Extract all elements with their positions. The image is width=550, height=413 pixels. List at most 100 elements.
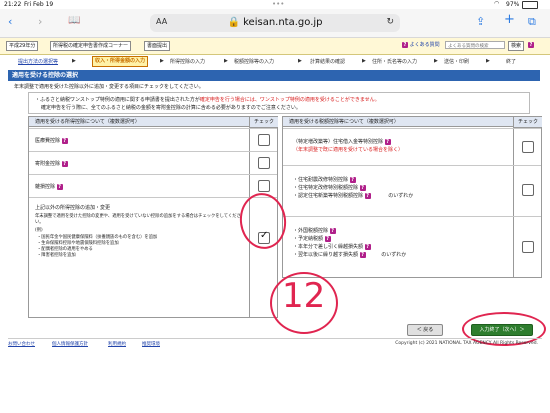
- help-icon[interactable]: ?: [359, 185, 366, 191]
- example-text: 国民年金や国民健康保険料（扶養親族のものを含む）を追加: [41, 235, 158, 240]
- faq-link[interactable]: ? よくある質問: [402, 41, 440, 48]
- help-icon[interactable]: ?: [364, 193, 371, 199]
- other-title: 上記以外の所得控除の追加・変更: [35, 205, 111, 211]
- example-text: 生命保険料控除や地震保険料控除を追加: [41, 241, 119, 246]
- annotation-number: 12: [282, 276, 326, 316]
- renovation-text: 住宅特定改修特別税額控除: [298, 185, 359, 191]
- housing-loan-note: （年末調整で既に適用を受けている場合を除く）: [293, 147, 404, 153]
- browser-toolbar: ‹ › 📖 AA 🔒 keisan.nta.go.jp ↻ ⇪ + ⧉: [0, 9, 550, 38]
- foreign-tax-item: ・本年分で差し引く繰越損失額 ?: [293, 244, 371, 250]
- back-arrow-icon[interactable]: ‹: [8, 15, 12, 28]
- url-value: keisan.nta.go.jp: [243, 17, 323, 28]
- foreign-tax-text: 翌年以後に繰り越す損失額: [298, 252, 359, 258]
- other-description: 年末調整で適用を受けた控除の変更や、適用を受けていない控除の追加をする場合はチェ…: [35, 214, 241, 225]
- battery-percent: 97%: [506, 1, 520, 8]
- example-label: (例): [35, 228, 43, 233]
- foreign-tax-item: ・予定納税額 ?: [293, 236, 331, 242]
- housing-loan-label: （特定増改築等）住宅借入金等特別控除 ?: [293, 138, 391, 145]
- status-date: Fri Feb 19: [24, 1, 54, 8]
- paper-submit-button[interactable]: 書面提出: [144, 41, 171, 51]
- step-1[interactable]: 提出方法の選択等: [18, 58, 58, 65]
- search-button[interactable]: 検索: [508, 41, 525, 51]
- notice-text-1b: 確定申告を行う場合には、ワンストップ特例の適用を受けることができません。: [199, 97, 380, 103]
- renovation-item: ・住宅耐震改修特別控除 ?: [293, 177, 356, 183]
- renovation-text: 認定住宅新築等特別税額控除: [298, 193, 364, 199]
- help-icon[interactable]: ?: [61, 138, 68, 144]
- medical-checkbox[interactable]: [258, 134, 270, 146]
- renovation-item: ・認定住宅新築等特別税額控除 ? のいずれか: [293, 193, 414, 199]
- step-6: 住所・氏名等の入力: [372, 59, 418, 65]
- page-title: 適用を受ける控除の選択: [8, 70, 540, 81]
- step-arrow: ▶: [160, 58, 164, 64]
- foreign-tax-item: ・外国税額控除 ?: [293, 228, 336, 234]
- battery-icon: [522, 1, 538, 9]
- step-2-active: 収入・所得金額の入力: [92, 56, 149, 67]
- renovation-checkbox[interactable]: [522, 184, 534, 196]
- step-arrow: ▶: [298, 58, 302, 64]
- corner-button[interactable]: 所得税の確定申告書作成コーナー: [50, 41, 132, 51]
- renovation-text: 住宅耐震改修特別控除: [298, 177, 349, 183]
- help-icon: ?: [528, 42, 534, 48]
- housing-loan-text: （特定増改築等）住宅借入金等特別控除: [293, 139, 384, 145]
- year-button[interactable]: 平成29年分: [6, 41, 39, 51]
- reload-icon[interactable]: ↻: [386, 17, 394, 27]
- help-icon[interactable]: ?: [349, 177, 356, 183]
- foreign-tax-checkbox[interactable]: [522, 241, 534, 253]
- help-icon: ?: [402, 42, 408, 48]
- footer-link-contact[interactable]: お問い合わせ: [8, 341, 35, 347]
- help-icon[interactable]: ?: [61, 161, 68, 167]
- foreign-tax-item: ・翌年以後に繰り越す損失額 ? のいずれか: [293, 252, 407, 258]
- example-text: 配偶者控除の適用をやめる: [41, 247, 93, 252]
- donation-label: 寄附金控除 ?: [35, 160, 68, 167]
- status-time: 21:22: [4, 1, 22, 8]
- tax-credit-header: 適用を受ける税額控除等について（複数選択可）: [283, 117, 513, 127]
- step-8: 終了: [506, 59, 517, 65]
- donation-checkbox[interactable]: [258, 157, 270, 169]
- back-button[interactable]: ＜ 戻る: [407, 324, 443, 336]
- renovation-suffix: のいずれか: [388, 193, 414, 199]
- footer-link-terms[interactable]: 利用規約: [108, 341, 126, 347]
- step-5: 計算結果の確認: [310, 59, 346, 65]
- foreign-tax-text: 予定納税額: [298, 236, 324, 242]
- help-icon[interactable]: ?: [56, 184, 63, 190]
- housing-loan-checkbox[interactable]: [522, 141, 534, 153]
- step-arrow: ▶: [72, 58, 76, 64]
- donation-text: 寄附金控除: [35, 161, 61, 167]
- help-icon[interactable]: ?: [384, 139, 391, 145]
- bookmarks-icon[interactable]: 📖: [68, 15, 80, 26]
- foreign-tax-text: 外国税額控除: [298, 228, 329, 234]
- tabs-icon[interactable]: ⧉: [528, 15, 536, 29]
- status-bar: 21:22 Fri Feb 19 ••• ◠ 97%: [0, 0, 550, 9]
- step-arrow: ▶: [362, 58, 366, 64]
- next-button[interactable]: 入力終了（次へ）＞: [471, 324, 533, 336]
- multitask-dots-icon[interactable]: •••: [272, 0, 284, 8]
- help-icon[interactable]: ?: [364, 244, 371, 250]
- notice-line-1: ・ふるさと納税ワンストップ特例の適用に関する申請書を提出された方が確定申告を行う…: [35, 97, 380, 103]
- footer: お問い合わせ 個人情報保護方針 利用規約 推奨環境 Copyright (c) …: [8, 338, 542, 348]
- help-link[interactable]: ?: [528, 42, 534, 48]
- help-icon[interactable]: ?: [359, 252, 366, 258]
- app-header: 平成29年分 所得税の確定申告書作成コーナー 書面提出 ? よくある質問 検索 …: [0, 38, 550, 55]
- step-arrow: ▶: [434, 58, 438, 64]
- footer-link-privacy[interactable]: 個人情報保護方針: [52, 341, 88, 347]
- forward-arrow-icon[interactable]: ›: [38, 15, 42, 28]
- deduction-row-donation: 寄附金控除 ?: [29, 151, 277, 174]
- credit-row-foreign-tax: ・外国税額控除 ? ・予定納税額 ? ・本年分で差し引く繰越損失額 ? ・翌年以…: [283, 216, 541, 278]
- notice-line-2: 確定申告を行う際に、全てのふるさと納税の金額を寄附金控除の計算に含める必要があり…: [41, 105, 301, 111]
- url-text: 🔒 keisan.nta.go.jp: [227, 17, 323, 28]
- address-bar[interactable]: AA 🔒 keisan.nta.go.jp ↻: [150, 14, 400, 32]
- renovation-list: ・住宅耐震改修特別控除 ? ・住宅特定改修特別税額控除 ? ・認定住宅新築等特別…: [293, 176, 413, 200]
- tax-credit-panel: 適用を受ける税額控除等について（複数選択可） チェック （特定増改築等）住宅借入…: [282, 116, 542, 278]
- help-icon[interactable]: ?: [324, 236, 331, 242]
- right-check-header: チェック: [513, 117, 542, 128]
- faq-search-input[interactable]: [445, 41, 505, 49]
- share-icon[interactable]: ⇪: [476, 15, 485, 28]
- step-7: 送信・印刷: [444, 59, 470, 65]
- help-icon[interactable]: ?: [329, 228, 336, 234]
- footer-link-environment[interactable]: 推奨環境: [142, 341, 160, 347]
- deduction-row-casualty: 雑損控除 ?: [29, 174, 277, 197]
- new-tab-icon[interactable]: +: [504, 12, 515, 27]
- example-item: ・障害者控除を追加: [37, 253, 76, 258]
- foreign-tax-list: ・外国税額控除 ? ・予定納税額 ? ・本年分で差し引く繰越損失額 ? ・翌年以…: [293, 227, 406, 259]
- casualty-checkbox[interactable]: [258, 180, 270, 192]
